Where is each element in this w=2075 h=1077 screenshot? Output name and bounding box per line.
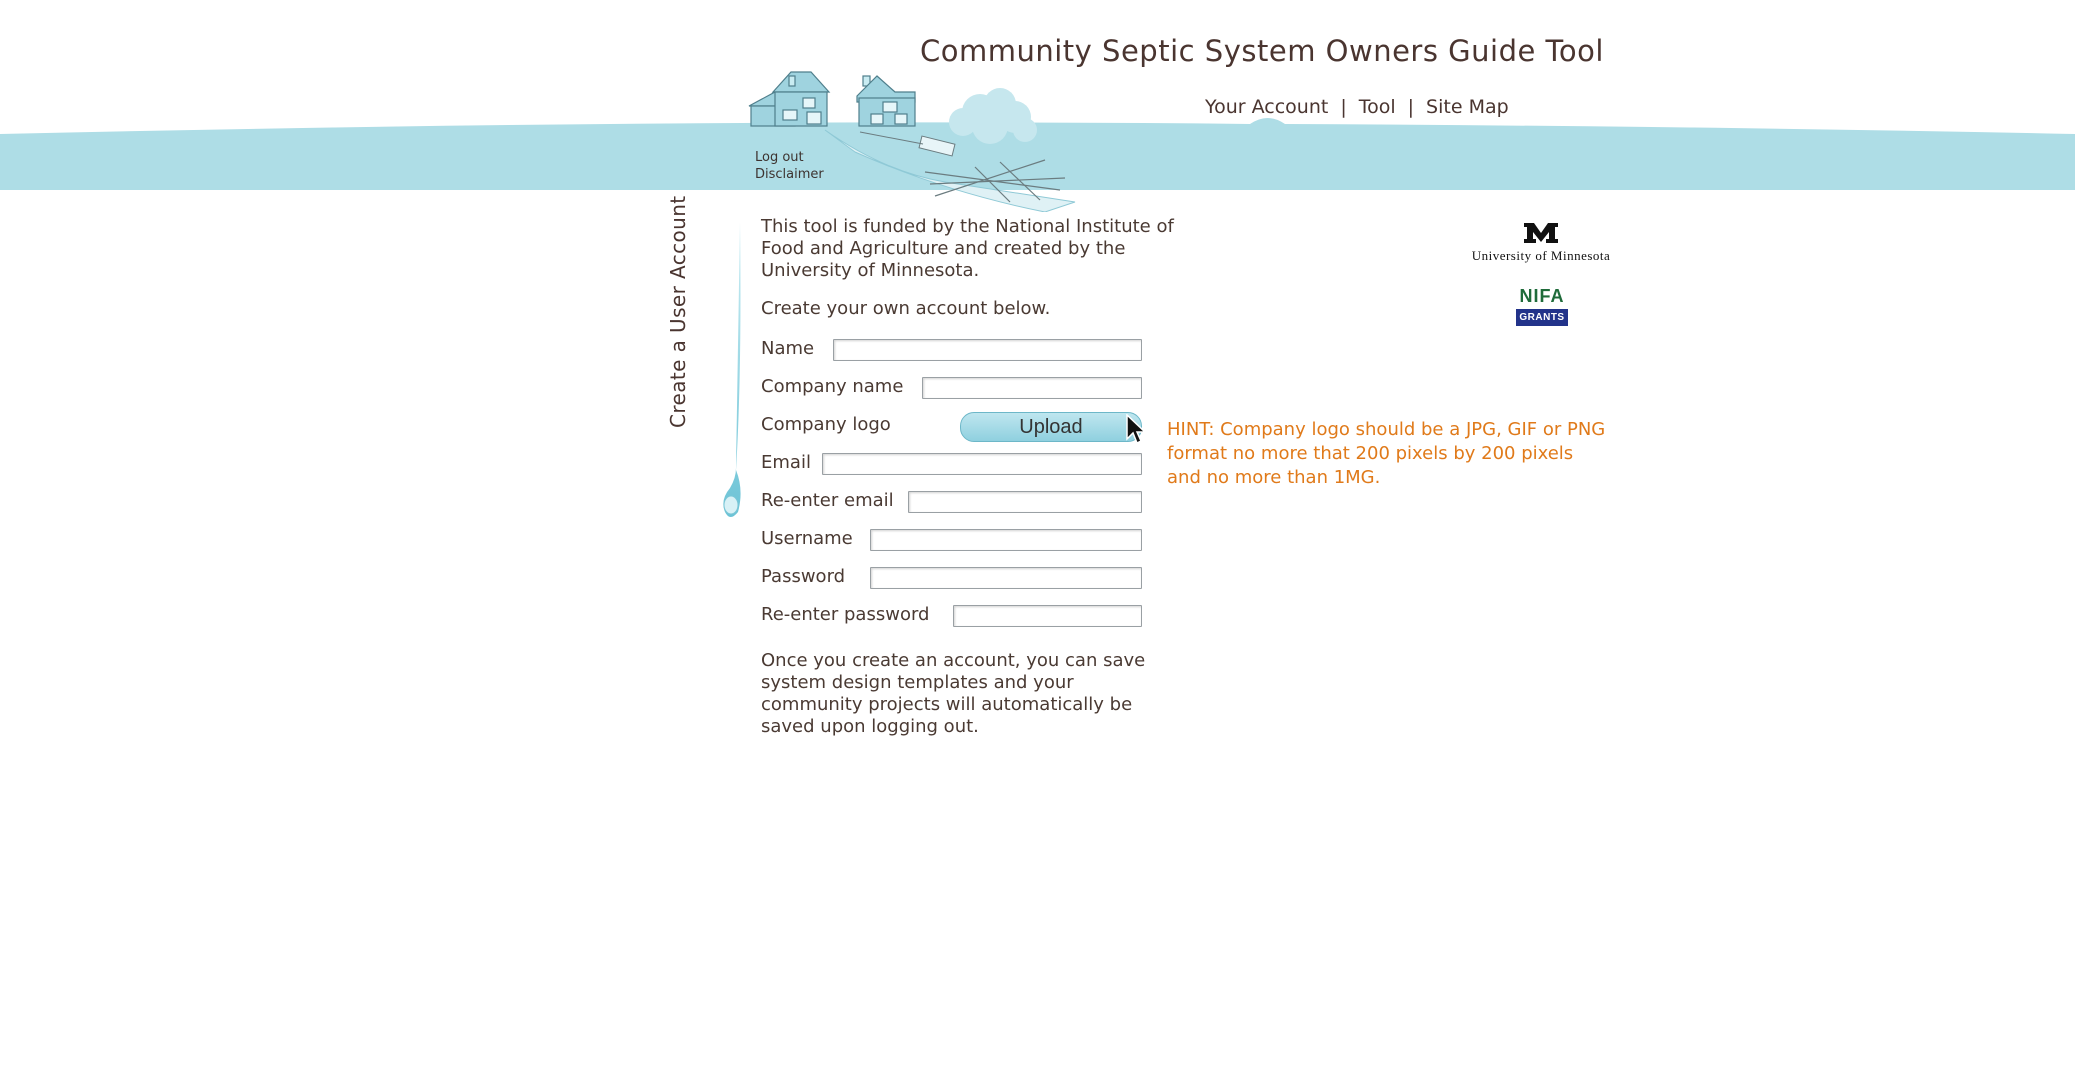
company-name-field[interactable] — [922, 377, 1142, 399]
reenter-email-label: Re-enter email — [761, 490, 894, 511]
username-field[interactable] — [870, 529, 1142, 551]
username-input[interactable] — [871, 531, 1141, 551]
create-account-prompt: Create your own account below. — [761, 298, 1051, 319]
upload-button[interactable]: Upload — [960, 412, 1142, 442]
nav-site-map[interactable]: Site Map — [1426, 96, 1509, 118]
email-field[interactable] — [822, 453, 1142, 475]
password-field[interactable] — [870, 567, 1142, 589]
nifa-logo-text: NIFA — [1519, 286, 1565, 306]
password-input[interactable] — [871, 569, 1141, 589]
umn-logo[interactable]: University of Minnesota — [1460, 222, 1622, 264]
account-info-text: Once you create an account, you can save… — [761, 650, 1146, 737]
name-label: Name — [761, 338, 815, 359]
reenter-email-input[interactable] — [909, 493, 1141, 513]
nifa-grants-label: GRANTS — [1516, 309, 1568, 326]
name-field[interactable] — [833, 339, 1142, 361]
nav-separator: | — [1407, 96, 1415, 118]
nifa-logo[interactable]: NIFA GRANTS — [1516, 286, 1568, 326]
company-logo-label: Company logo — [761, 414, 891, 435]
logo-hint: HINT: Company logo should be a JPG, GIF … — [1167, 419, 1606, 488]
disclaimer-link[interactable]: Disclaimer — [755, 167, 824, 182]
reenter-password-input[interactable] — [954, 607, 1141, 627]
email-input[interactable] — [823, 455, 1141, 475]
username-label: Username — [761, 528, 853, 549]
drip-decoration — [723, 222, 741, 517]
top-nav: Your Account | Tool | Site Map — [1205, 96, 1509, 118]
company-name-input[interactable] — [923, 379, 1141, 399]
email-label: Email — [761, 452, 811, 473]
reenter-email-field[interactable] — [908, 491, 1142, 513]
reenter-password-field[interactable] — [953, 605, 1142, 627]
houses-illustration — [748, 71, 1076, 212]
section-title-text: Create a User Account — [666, 195, 690, 428]
nav-your-account[interactable]: Your Account — [1205, 96, 1328, 118]
name-input[interactable] — [834, 341, 1141, 361]
site-title: Community Septic System Owners Guide Too… — [920, 34, 1604, 68]
nav-tool[interactable]: Tool — [1359, 96, 1396, 118]
intro-text: This tool is funded by the National Inst… — [761, 216, 1174, 281]
mouse-cursor-icon — [1126, 414, 1147, 445]
reenter-password-label: Re-enter password — [761, 604, 930, 625]
nav-separator: | — [1340, 96, 1347, 118]
password-label: Password — [761, 566, 846, 587]
section-title: Create a User Account — [666, 195, 704, 428]
umn-logo-text: University of Minnesota — [1471, 248, 1611, 263]
company-name-label: Company name — [761, 376, 904, 397]
umn-block-m-icon — [1524, 223, 1558, 243]
logout-link[interactable]: Log out — [755, 150, 804, 165]
